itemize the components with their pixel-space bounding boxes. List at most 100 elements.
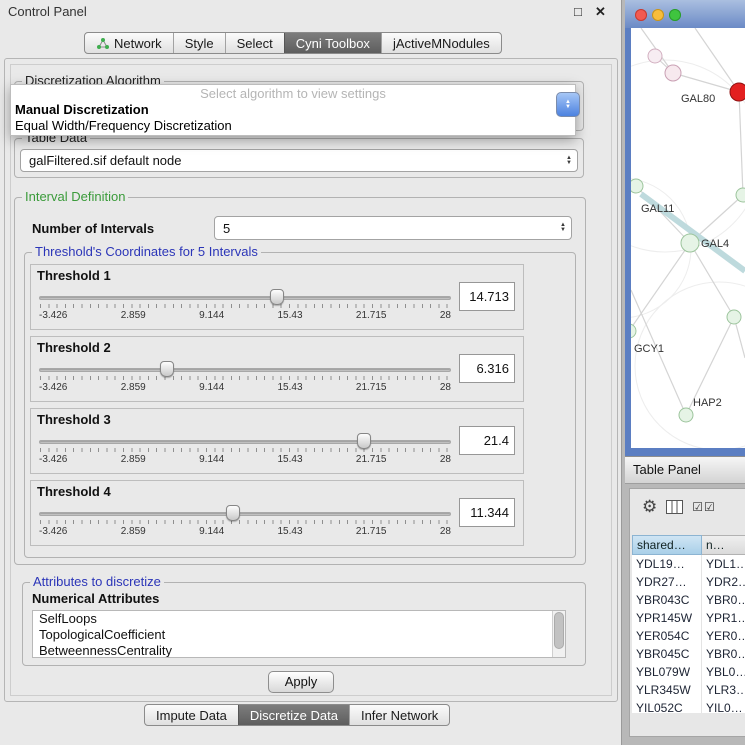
list-scrollbar[interactable] xyxy=(552,611,565,657)
panel-title: Control Panel xyxy=(8,4,87,19)
scale-label: 21.715 xyxy=(356,526,387,537)
scale-label: -3.426 xyxy=(39,454,67,465)
slider-ticks xyxy=(40,304,450,308)
list-item-selfloops[interactable]: SelfLoops xyxy=(33,611,565,627)
network-graph[interactable]: GAL80GAL11GAL4GCY1HAP2 xyxy=(631,28,745,448)
close-icon[interactable]: ✕ xyxy=(595,4,606,20)
apply-button[interactable]: Apply xyxy=(268,671,334,693)
slider-track[interactable] xyxy=(39,512,451,516)
thresholds-group-title: Threshold's Coordinates for 5 Intervals xyxy=(32,245,261,259)
scale-label: 9.144 xyxy=(199,526,224,537)
threshold-2-value-input[interactable] xyxy=(459,354,515,383)
table-row[interactable]: YER054CYER0… xyxy=(632,627,745,645)
control-panel-tabs: Network Style Select Cyni Toolbox jActiv… xyxy=(84,32,502,54)
table-row[interactable]: YDL19…YDL1… xyxy=(632,555,745,573)
slider-scale: -3.426 2.859 9.144 15.43 21.715 28 xyxy=(39,526,451,537)
svg-text:GCY1: GCY1 xyxy=(634,343,664,355)
table-row[interactable]: YBR045CYBR0… xyxy=(632,645,745,663)
control-panel: Control Panel □ ✕ Network Style Select C… xyxy=(0,0,622,745)
numerical-attributes-list: SelfLoops TopologicalCoefficient Between… xyxy=(32,610,566,658)
attributes-group-title: Attributes to discretize xyxy=(30,575,164,589)
scale-label: 9.144 xyxy=(199,382,224,393)
threshold-4-value-input[interactable] xyxy=(459,498,515,527)
tab-style[interactable]: Style xyxy=(173,33,225,53)
spin-down-icon: ▼ xyxy=(565,105,571,110)
interval-definition-group-title: Interval Definition xyxy=(22,190,128,204)
scrollbar-thumb[interactable] xyxy=(554,612,564,649)
list-item-topologicalcoefficient[interactable]: TopologicalCoefficient xyxy=(33,627,565,643)
threshold-1-slider[interactable]: -3.426 2.859 9.144 15.43 21.715 28 xyxy=(39,285,451,327)
algorithm-dropdown-popup: Select algorithm to view settings Manual… xyxy=(10,84,576,136)
threshold-2-slider[interactable]: -3.426 2.859 9.144 15.43 21.715 28 xyxy=(39,357,451,399)
slider-ticks xyxy=(40,520,450,524)
slider-thumb[interactable] xyxy=(226,505,240,521)
table-row[interactable]: YBL079WYBL0… xyxy=(632,663,745,681)
scale-label: 2.859 xyxy=(121,310,146,321)
tab-select[interactable]: Select xyxy=(225,33,284,53)
threshold-3-label: Threshold 3 xyxy=(37,412,111,427)
threshold-1-value-input[interactable] xyxy=(459,282,515,311)
slider-track[interactable] xyxy=(39,296,451,300)
threshold-4-slider[interactable]: -3.426 2.859 9.144 15.43 21.715 28 xyxy=(39,501,451,543)
tab-discretize-data[interactable]: Discretize Data xyxy=(238,705,349,725)
threshold-2-label: Threshold 2 xyxy=(37,340,111,355)
svg-text:HAP2: HAP2 xyxy=(693,397,722,409)
list-item-betweennesscentrality[interactable]: BetweennessCentrality xyxy=(33,643,565,658)
table-row[interactable]: YDR27…YDR2… xyxy=(632,573,745,591)
tab-impute-data[interactable]: Impute Data xyxy=(145,705,238,725)
table-data-combo[interactable]: galFiltered.sif default node ▲▼ xyxy=(20,149,578,172)
tab-infer-network[interactable]: Infer Network xyxy=(349,705,449,725)
network-canvas[interactable]: GAL80GAL11GAL4GCY1HAP2 xyxy=(631,28,745,448)
slider-track[interactable] xyxy=(39,368,451,372)
gear-icon[interactable]: ⚙ xyxy=(642,497,657,517)
tab-cyni-toolbox[interactable]: Cyni Toolbox xyxy=(284,33,381,53)
minimize-traffic-light[interactable] xyxy=(652,9,664,21)
slider-track[interactable] xyxy=(39,440,451,444)
popup-option-manual-discretization[interactable]: Manual Discretization xyxy=(15,102,149,117)
tab-label: Discretize Data xyxy=(250,708,338,723)
slider-thumb[interactable] xyxy=(357,433,371,449)
threshold-3-slider[interactable]: -3.426 2.859 9.144 15.43 21.715 28 xyxy=(39,429,451,471)
slider-thumb[interactable] xyxy=(160,361,174,377)
scale-label: 21.715 xyxy=(356,382,387,393)
slider-scale: -3.426 2.859 9.144 15.43 21.715 28 xyxy=(39,382,451,393)
tab-jactivemnodules[interactable]: jActiveMNodules xyxy=(381,33,501,53)
threshold-3-panel: Threshold 3 -3.426 2.859 9.144 15.43 21.… xyxy=(30,408,524,474)
algorithm-combo-spinner[interactable]: ▲ ▼ xyxy=(556,92,580,117)
scale-label: 2.859 xyxy=(121,454,146,465)
float-window-icon[interactable]: □ xyxy=(574,4,582,19)
table-row[interactable]: YLR345WYLR3… xyxy=(632,681,745,699)
scale-label: 9.144 xyxy=(199,310,224,321)
scale-label: 28 xyxy=(440,310,451,321)
scale-label: 15.43 xyxy=(278,310,303,321)
number-of-intervals-value: 5 xyxy=(223,221,230,236)
slider-ticks xyxy=(40,376,450,380)
zoom-traffic-light[interactable] xyxy=(669,9,681,21)
table-row[interactable]: YIL052CYIL0… xyxy=(632,699,745,713)
network-window: GAL80GAL11GAL4GCY1HAP2 xyxy=(625,0,745,456)
scale-label: 28 xyxy=(440,382,451,393)
scale-label: 28 xyxy=(440,454,451,465)
slider-thumb[interactable] xyxy=(270,289,284,305)
scale-label: -3.426 xyxy=(39,310,67,321)
close-traffic-light[interactable] xyxy=(635,9,647,21)
network-icon xyxy=(96,37,109,50)
scale-label: 15.43 xyxy=(278,526,303,537)
svg-text:GAL80: GAL80 xyxy=(681,93,715,105)
popup-option-equal-width-frequency[interactable]: Equal Width/Frequency Discretization xyxy=(15,118,232,133)
threshold-4-label: Threshold 4 xyxy=(37,484,111,499)
scale-label: -3.426 xyxy=(39,382,67,393)
table-row[interactable]: YBR043CYBR0… xyxy=(632,591,745,609)
table-row[interactable]: YPR145WYPR1… xyxy=(632,609,745,627)
threshold-3-value-input[interactable] xyxy=(459,426,515,455)
column-header-shared-name[interactable]: shared… xyxy=(632,535,702,555)
number-of-intervals-combo[interactable]: 5 ▲▼ xyxy=(214,216,572,240)
tab-label: Impute Data xyxy=(156,708,227,723)
table-data-combo-value: galFiltered.sif default node xyxy=(29,153,181,168)
column-header-name[interactable]: n… xyxy=(702,535,745,555)
columns-icon[interactable] xyxy=(666,500,683,514)
tab-network[interactable]: Network xyxy=(85,33,173,53)
network-window-titlebar[interactable] xyxy=(625,0,745,28)
tab-label: Cyni Toolbox xyxy=(296,36,370,51)
select-all-checkbox-icon[interactable]: ☑☑ xyxy=(692,500,716,514)
